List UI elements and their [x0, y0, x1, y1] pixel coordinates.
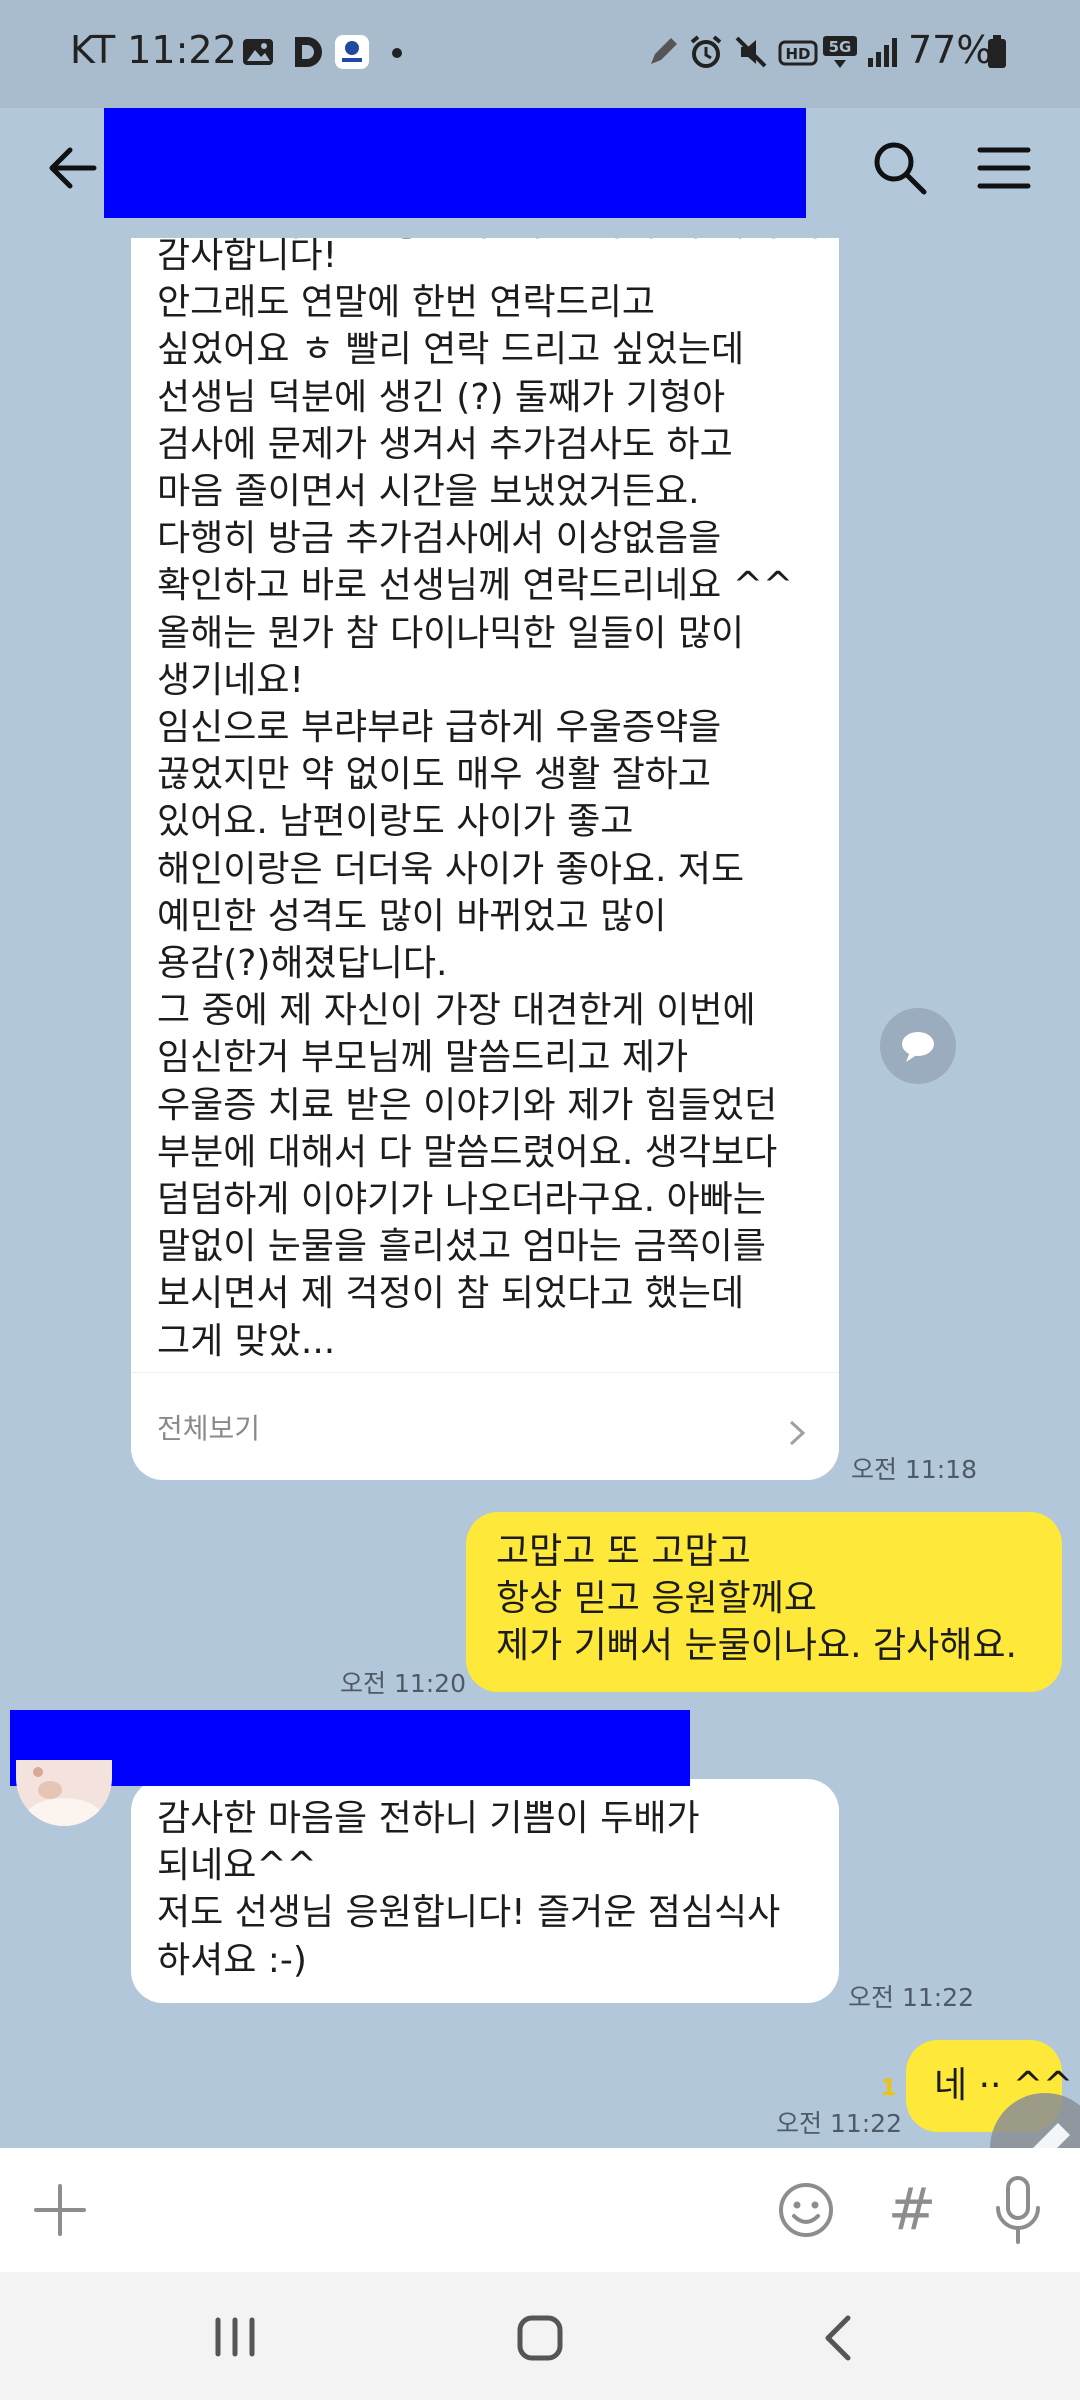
message-time: 오전 11:22 [848, 1983, 974, 2012]
reply-button[interactable] [880, 1008, 956, 1084]
message-input-bar[interactable]: # [0, 2148, 1080, 2272]
message-line: 예민한 성격도 많이 바뀌었고 많이 [157, 895, 667, 937]
long-message-text: 감사합니다! 안그래도 연말에 한번 연락드리고싶었어요 ㅎ 빨리 연락 드리고 … [157, 238, 793, 1365]
message-line: 부분에 대해서 다 말씀드렸어요. 생각보다 [157, 1131, 778, 1173]
chevron-right-icon[interactable] [785, 1418, 809, 1448]
message-line: 그게 맞았... [157, 1320, 336, 1362]
message-line: 고맙고 또 고맙고 [496, 1531, 751, 1572]
message-line: 용감(?)해졌답니다. [157, 943, 448, 985]
message-line: 보시면서 제 걱정이 참 되었다고 했는데 [157, 1273, 745, 1315]
message-time: 오전 11:22 [776, 2109, 902, 2138]
message-line: 마음 졸이면서 시간을 보냈었거든요. [157, 471, 700, 513]
svg-text:5G: 5G [829, 38, 852, 56]
signal-icon [868, 38, 897, 67]
dot-icon [392, 48, 402, 58]
hd-icon: HD [778, 40, 818, 66]
message-line: 항상 믿고 응원할께요 [496, 1578, 817, 1619]
message-line: 다행히 방금 추가검사에서 이상없음을 [157, 518, 722, 560]
message-line: 덤덤하게 이야기가 나오더라구요. 아빠는 [157, 1179, 766, 1221]
chat-area[interactable]: 한지만 새 감을 좋은 수 하고 이제 새 해에 다시 감사합니다!안그래도 연… [0, 238, 1080, 2148]
message-line: 제가 기뻐서 눈물이나요. 감사해요. [496, 1625, 1017, 1666]
mic-icon[interactable] [986, 2174, 1050, 2246]
message-line: 있어요. 남편이랑도 사이가 좋고 [157, 801, 634, 843]
sent-message-1-text: 고맙고 또 고맙고항상 믿고 응원할께요제가 기뻐서 눈물이나요. 감사해요. [496, 1528, 1017, 1669]
speech-bubble-icon [902, 1032, 934, 1062]
see-all-link[interactable]: 전체보기 [157, 1405, 260, 1452]
message-time: 오전 11:18 [851, 1455, 977, 1484]
recent-apps-icon[interactable] [200, 2312, 270, 2362]
bank-app-icon [335, 35, 369, 69]
d-app-icon [295, 37, 322, 67]
message-line: 선생님 덕분에 생긴 (?) 둘째가 기형아 [157, 376, 726, 418]
5g-icon: 5G [823, 36, 857, 68]
message-line: 확인하고 바로 선생님께 연락드리네요 ^^ [157, 565, 794, 607]
message-line: 안그래도 연말에 한번 연락드리고 [157, 282, 656, 324]
message-line: 임신으로 부랴부랴 급하게 우울증약을 [157, 707, 722, 749]
message-line: 감사합니다! [157, 238, 338, 276]
chat-header [0, 108, 1080, 228]
svg-text:HD: HD [785, 45, 810, 63]
gallery-icon [243, 39, 273, 65]
message-line: 임신한거 부모님께 말씀드리고 제가 [157, 1037, 689, 1079]
sender-name-redaction [10, 1710, 690, 1786]
received-message-2[interactable]: 감사한 마음을 전하니 기쁨이 두배가되네요^^ 저도 선생님 응원합니다! 즐거… [131, 1779, 839, 2003]
pen-icon [651, 38, 677, 64]
plus-icon[interactable] [28, 2178, 92, 2242]
message-line: 생기네요! [157, 659, 304, 701]
message-line: 저도 선생님 응원합니다! 즐거운 점심식사 [157, 1892, 781, 1934]
unread-count: 1 [881, 2076, 897, 2101]
message-line: 싶었어요 ㅎ 빨리 연락 드리고 싶었는데 [157, 329, 745, 371]
mute-icon [735, 36, 767, 68]
back-icon[interactable] [810, 2308, 870, 2368]
message-line: 되네요^^ [157, 1845, 317, 1887]
message-line: 하셔요 :-) [157, 1939, 307, 1981]
menu-icon[interactable] [970, 134, 1038, 202]
message-line: 말없이 눈물을 흘리셨고 엄마는 금쪽이를 [157, 1226, 766, 1268]
chat-title-redaction [104, 108, 806, 218]
see-all-divider [131, 1372, 839, 1373]
message-line: 우울증 치료 받은 이야기와 제가 힘들었던 [157, 1084, 778, 1126]
message-line: 그 중에 제 자신이 가장 대견한게 이번에 [157, 990, 756, 1032]
alarm-icon [690, 35, 722, 68]
received-message-2-text: 감사한 마음을 전하니 기쁨이 두배가되네요^^ 저도 선생님 응원합니다! 즐거… [157, 1795, 780, 1984]
status-bar: KT 11:22 HD 5G 77% [0, 0, 1080, 108]
received-message-long[interactable]: 한지만 새 감을 좋은 수 하고 이제 새 해에 다시 감사합니다!안그래도 연… [131, 238, 856, 1480]
message-time: 오전 11:20 [340, 1669, 466, 1698]
battery-percent: 77% [908, 28, 993, 72]
hash-icon[interactable]: # [880, 2174, 944, 2244]
system-nav-bar [0, 2272, 1080, 2400]
message-line: 검사에 문제가 생겨서 추가검사도 하고 [157, 423, 733, 465]
carrier-time: KT 11:22 [70, 28, 237, 72]
emoji-icon[interactable] [774, 2178, 838, 2242]
sent-message-1[interactable]: 고맙고 또 고맙고항상 믿고 응원할께요제가 기뻐서 눈물이나요. 감사해요. [466, 1512, 1062, 1692]
message-line: 올해는 뭔가 참 다이나믹한 일들이 많이 [157, 612, 745, 654]
message-line: 해인이랑은 더더욱 사이가 좋아요. 저도 [157, 848, 745, 890]
back-arrow-icon[interactable] [40, 134, 108, 202]
message-line: 감사한 마음을 전하니 기쁨이 두배가 [157, 1798, 700, 1839]
battery-icon [988, 35, 1006, 68]
home-icon[interactable] [505, 2308, 575, 2368]
message-line: 끊었지만 약 없이도 매우 생활 잘하고 [157, 754, 712, 796]
search-icon[interactable] [866, 134, 934, 202]
